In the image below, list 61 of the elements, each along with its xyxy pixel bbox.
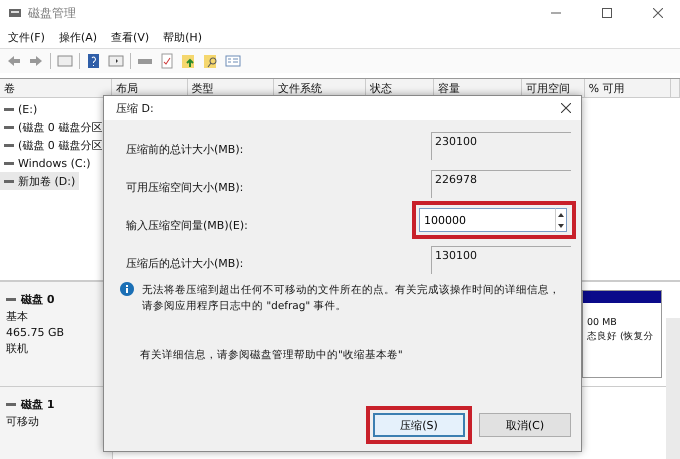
volume-name: 新加卷 (D:) <box>18 174 76 188</box>
partition-info: 态良好 (恢复分 <box>587 330 655 343</box>
volume-icon <box>4 162 14 164</box>
scrollbar[interactable] <box>666 318 680 459</box>
volume-name: (E:) <box>18 102 38 116</box>
volume-row[interactable]: 新加卷 (D:) <box>0 172 80 190</box>
volume-icon <box>4 108 14 110</box>
partition-block[interactable]: 00 MB 态良好 (恢复分 <box>582 290 662 378</box>
window-title: 磁盘管理 <box>28 4 77 22</box>
field-label: 压缩后的总计大小(MB): <box>126 256 244 271</box>
column-header[interactable]: % 可用 <box>584 79 671 97</box>
back-arrow-icon[interactable] <box>6 53 22 69</box>
checklist-icon[interactable] <box>159 53 175 69</box>
readonly-field: 230100 <box>431 132 571 160</box>
field-label: 可用压缩空间大小(MB): <box>126 180 244 195</box>
volume-row[interactable]: (E:) <box>0 100 42 118</box>
dialog-button[interactable]: 压缩(S) <box>373 413 465 437</box>
up-arrow-icon[interactable] <box>558 212 564 216</box>
dialog-button[interactable]: 取消(C) <box>479 413 571 437</box>
help-text: 有关详细信息，请参阅磁盘管理帮助中的"收缩基本卷" <box>139 348 404 362</box>
disk-info: 可移动 <box>6 414 40 429</box>
menu-item[interactable]: 操作(A) <box>58 30 98 44</box>
volume-name: (磁盘 0 磁盘分区 <box>18 138 102 152</box>
folder-search-icon[interactable] <box>203 53 219 69</box>
disk-name: 磁盘 1 <box>21 397 54 412</box>
field-label: 压缩前的总计大小(MB): <box>126 142 244 157</box>
panel-icon[interactable] <box>108 53 124 69</box>
menu-item[interactable]: 帮助(H) <box>163 30 202 44</box>
volume-row[interactable]: (磁盘 0 磁盘分区 <box>0 118 106 136</box>
disk-name: 磁盘 0 <box>21 292 54 307</box>
disk-info: 联机 <box>6 341 29 356</box>
volume-row[interactable]: Windows (C:) <box>0 154 95 172</box>
partition-info: 00 MB <box>587 317 618 328</box>
volume-icon <box>4 180 14 182</box>
readonly-field: 130100 <box>431 246 571 274</box>
number-input[interactable]: 100000 <box>419 208 555 232</box>
field-label: 输入压缩空间量(MB)(E): <box>126 218 248 233</box>
volume-name: (磁盘 0 磁盘分区 <box>18 120 102 134</box>
forward-arrow-icon[interactable] <box>28 53 44 69</box>
dialog-title: 压缩 D: <box>116 100 154 116</box>
folder-up-icon[interactable] <box>181 53 197 69</box>
info-text: 无法将卷压缩到超出任何不可移动的文件所在的点。有关完成该操作时间的详细信息，请参阅应用程序日志中的 "defrag" 事件。 <box>142 283 561 314</box>
volume-icon <box>4 144 14 146</box>
app-icon <box>8 7 22 19</box>
info-icon <box>120 282 134 296</box>
menu-item[interactable]: 文件(F) <box>8 30 45 44</box>
disk-info: 465.75 GB <box>6 326 66 339</box>
disk-info: 基本 <box>6 309 29 324</box>
close-icon <box>561 102 571 112</box>
properties-icon[interactable] <box>225 53 241 69</box>
volume-icon <box>4 126 14 128</box>
down-arrow-icon[interactable] <box>558 224 564 228</box>
volume-name: Windows (C:) <box>18 156 91 170</box>
spin-buttons[interactable] <box>555 208 567 232</box>
maximize-icon <box>602 8 612 18</box>
help-icon[interactable] <box>86 53 102 69</box>
volume-row[interactable]: (磁盘 0 磁盘分区 <box>0 136 106 154</box>
close-icon <box>652 8 662 18</box>
menu-item[interactable]: 查看(V) <box>111 30 150 44</box>
readonly-field: 226978 <box>431 170 571 198</box>
panel-icon[interactable] <box>57 53 73 69</box>
